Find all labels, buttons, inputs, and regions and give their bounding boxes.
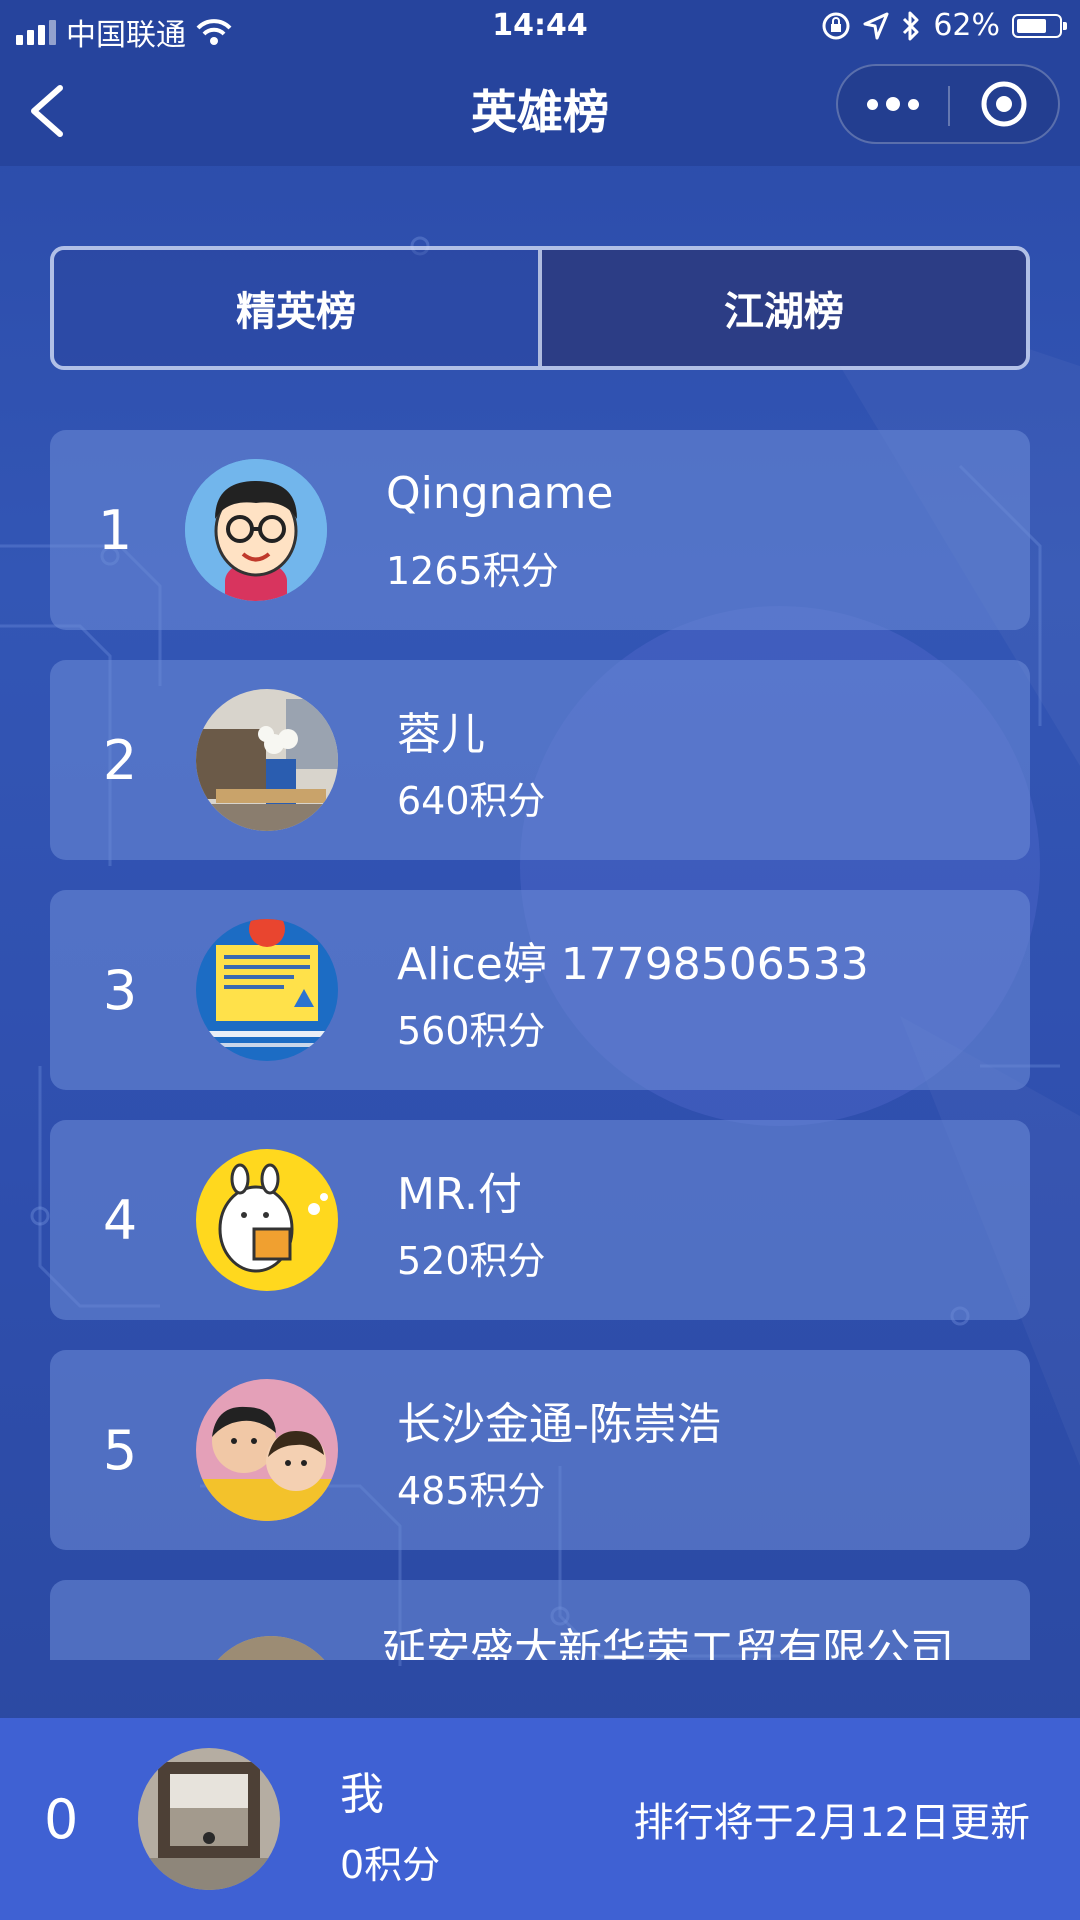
user-score: 520积分 (397, 1239, 546, 1283)
photo-avatar (200, 1636, 342, 1660)
children-photo-avatar (196, 1379, 338, 1521)
more-dots-icon (867, 98, 878, 110)
window-photo-avatar (138, 1748, 280, 1890)
user-name: Alice婷 17798506533 (397, 939, 869, 990)
user-name: Qingname (386, 468, 614, 519)
rank-number: 2 (102, 728, 138, 792)
my-ranking-bar: 0 我 0积分 排行将于2月12日更新 (0, 1718, 1080, 1920)
user-name: MR.付 (397, 1169, 522, 1220)
nav-bar: 英雄榜 (0, 56, 1080, 166)
user-score: 560积分 (397, 1009, 546, 1053)
list-item[interactable]: 5 长沙金通-陈崇浩 485积分 (50, 1350, 1030, 1550)
rank-number: 1 (97, 498, 133, 562)
ranking-tabs: 精英榜 江湖榜 (50, 246, 1030, 370)
mini-program-capsule (836, 64, 1060, 144)
list-item[interactable]: 1 Qingname 1265积分 (50, 430, 1030, 630)
battery-percent: 62% (933, 8, 1000, 43)
user-name: 蓉儿 (397, 709, 485, 760)
tab-elite[interactable]: 精英榜 (54, 250, 538, 366)
update-note: 排行将于2月12日更新 (633, 1800, 1030, 1846)
user-score: 640积分 (397, 779, 546, 823)
my-score: 0积分 (340, 1843, 441, 1887)
my-rank-number: 0 (44, 1787, 79, 1851)
cartoon-bunny-avatar (196, 1149, 338, 1291)
list-item[interactable]: 4 MR.付 520积分 (50, 1120, 1030, 1320)
target-close-icon (981, 81, 1027, 127)
tab-jianghu[interactable]: 江湖榜 (538, 250, 1026, 366)
rank-number: 3 (102, 958, 138, 1022)
ranking-list[interactable]: 1 Qingname 1265积分 2 蓉儿 640积分 3 Alice婷 17… (0, 430, 1080, 1660)
rank-number: 4 (102, 1188, 138, 1252)
notice-poster-avatar (196, 919, 338, 1061)
more-button[interactable] (838, 66, 948, 142)
rank-number: 5 (102, 1418, 138, 1482)
status-right: 62% (821, 8, 1067, 43)
list-item[interactable]: 3 Alice婷 17798506533 560积分 (50, 890, 1030, 1090)
close-mini-program-button[interactable] (950, 66, 1058, 142)
status-bar: 中国联通 14:44 62% (0, 0, 1080, 56)
user-score: 1265积分 (386, 549, 559, 593)
list-item[interactable]: 2 蓉儿 640积分 (50, 660, 1030, 860)
user-score: 485积分 (397, 1469, 546, 1513)
user-name: 长沙金通-陈崇浩 (397, 1399, 721, 1450)
bluetooth-icon (903, 11, 919, 40)
rank-number (50, 1580, 190, 1660)
location-icon (863, 12, 889, 39)
rotation-lock-icon (822, 12, 850, 39)
battery-icon (1012, 13, 1067, 38)
cartoon-boy-avatar (185, 459, 327, 601)
list-item[interactable]: 延安盛大新华荣工贸有限公司 (50, 1580, 1030, 1660)
user-name: 延安盛大新华荣工贸有限公司 (382, 1625, 954, 1660)
flower-vase-photo-avatar (196, 689, 338, 831)
my-name: 我 (340, 1769, 384, 1820)
